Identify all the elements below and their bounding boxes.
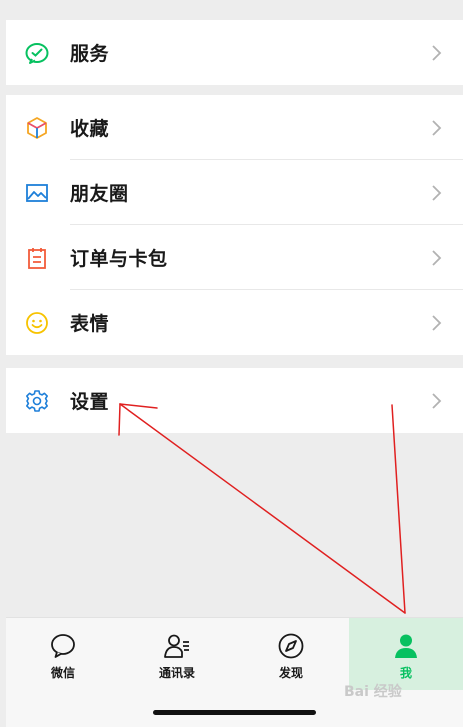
tab-contacts[interactable]: 通讯录 [120,618,234,690]
menu-group-settings: 设置 [6,368,463,433]
menu-item-favorites[interactable]: 收藏 [6,95,463,160]
contacts-icon [164,634,189,658]
services-icon [25,43,49,64]
menu-item-settings[interactable]: 设置 [6,368,463,433]
tab-label: 通讯录 [158,666,195,680]
compass-icon [278,633,304,659]
chat-bubble-icon [51,634,75,658]
chevron-right-icon [432,315,442,331]
tab-label: 发现 [278,666,303,680]
home-indicator [153,710,316,715]
chevron-right-icon [432,393,442,409]
tab-chats[interactable]: 微信 [6,618,120,690]
tab-label: 微信 [50,666,75,680]
tab-discover[interactable]: 发现 [234,618,348,690]
menu-item-label: 表情 [70,313,110,335]
orders-calendar-icon [28,248,46,269]
settings-gear-icon [26,390,48,412]
chevron-right-icon [432,120,442,136]
watermark: Bai 经验 [344,684,402,700]
empty-area [0,433,463,617]
chevron-right-icon [432,250,442,266]
person-icon [395,634,417,658]
chevron-right-icon [432,45,442,61]
menu-item-stickers[interactable]: 表情 [6,290,463,355]
menu-item-label: 设置 [70,391,110,413]
top-spacer [0,0,463,10]
menu-item-label: 服务 [70,43,110,65]
stickers-smiley-icon [26,312,48,334]
chevron-right-icon [432,185,442,201]
menu-group-main: 收藏 朋友圈 订单与卡包 表情 [6,95,463,355]
menu-group-services: 服务 [6,20,463,85]
menu-item-label: 订单与卡包 [70,248,168,270]
tab-label: 我 [399,666,412,680]
menu-item-orders-cards[interactable]: 订单与卡包 [6,225,463,290]
tab-me[interactable]: 我 [349,618,463,690]
favorites-cube-icon [27,117,47,139]
moments-picture-icon [26,184,48,202]
menu-item-services[interactable]: 服务 [6,20,463,85]
menu-item-label: 收藏 [70,118,110,140]
menu-item-moments[interactable]: 朋友圈 [6,160,463,225]
menu-item-label: 朋友圈 [70,183,129,205]
